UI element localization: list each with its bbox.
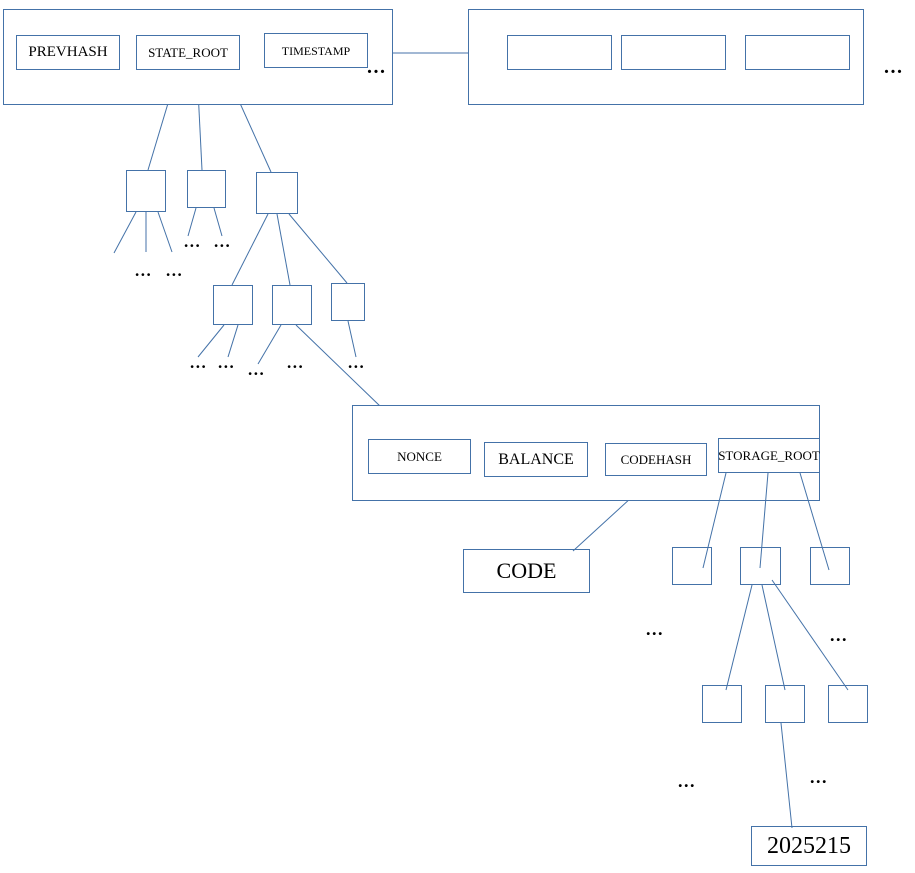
edge-line [231, 213, 269, 286]
account-field-codehash[interactable]: CODEHASH [605, 443, 707, 476]
storage-trie-l1-node-2[interactable] [810, 547, 850, 585]
next-block-trailing-ellipsis: ... [884, 56, 904, 78]
storage-trie-ellipsis-0: ... [646, 619, 664, 639]
edge-line [347, 320, 357, 358]
state-trie-ellipsis-3: ... [166, 261, 184, 280]
state-trie-l1-node-2[interactable] [256, 172, 298, 214]
storage-trie-l1-node-1[interactable] [740, 547, 781, 585]
state-trie-ellipsis-2: ... [135, 261, 153, 280]
account-field-balance[interactable]: BALANCE [484, 442, 588, 477]
account-field-nonce[interactable]: NONCE [368, 439, 471, 474]
state-trie-ellipsis-6: ... [248, 360, 266, 379]
state-trie-ellipsis-8: ... [348, 353, 366, 372]
account-field-nonce-label: NONCE [397, 449, 442, 464]
account-field-balance-label: BALANCE [498, 450, 574, 468]
block-header-overflow-ellipsis: ... [367, 56, 387, 78]
storage-trie-l2-node-0[interactable] [702, 685, 742, 723]
edge-line [276, 213, 291, 286]
state-trie-ellipsis-1: ... [214, 232, 232, 251]
edge-line [295, 324, 383, 409]
state-trie-l1-node-1[interactable] [187, 170, 226, 208]
edge-line [113, 211, 137, 254]
storage-trie-l2-node-1[interactable] [765, 685, 805, 723]
edge-line [157, 211, 173, 253]
state-trie-ellipsis-0: ... [184, 232, 202, 251]
edge-line [257, 324, 282, 365]
storage-value-node-label: 2025215 [767, 833, 851, 859]
header-field-timestamp[interactable]: TIMESTAMP [264, 33, 368, 68]
edge-line [780, 722, 793, 829]
next-block-field-0[interactable] [507, 35, 612, 70]
header-field-prevhash-label: PREVHASH [28, 44, 108, 60]
storage-trie-ellipsis-3: ... [810, 767, 828, 787]
code-node[interactable]: CODE [463, 549, 590, 593]
state-trie-ellipsis-4: ... [190, 353, 208, 372]
header-field-timestamp-label: TIMESTAMP [281, 43, 351, 58]
state-trie-l2-node-1[interactable] [272, 285, 312, 325]
state-trie-l2-node-2[interactable] [331, 283, 365, 321]
state-trie-l2-node-0[interactable] [213, 285, 253, 325]
storage-trie-ellipsis-1: ... [830, 625, 848, 645]
next-block-field-1[interactable] [621, 35, 726, 70]
state-trie-ellipsis-7: ... [287, 353, 305, 372]
account-field-codehash-label: CODEHASH [620, 452, 692, 467]
account-field-storage_root[interactable]: STORAGE_ROOT [718, 438, 820, 473]
header-field-state_root-label: STATE_ROOT [148, 45, 228, 60]
edge-line [725, 584, 753, 691]
state-trie-ellipsis-5: ... [218, 353, 236, 372]
header-field-state_root[interactable]: STATE_ROOT [136, 35, 240, 70]
diagram-canvas: PREVHASH STATE_ROOT TIMESTAMP NONCE BALANCE C… [0, 0, 915, 873]
next-block-field-2[interactable] [745, 35, 850, 70]
state-trie-l1-node-0[interactable] [126, 170, 166, 212]
code-node-label: CODE [496, 558, 557, 583]
storage-trie-l1-node-0[interactable] [672, 547, 712, 585]
storage-trie-ellipsis-2: ... [678, 771, 696, 791]
storage-value-node[interactable]: 2025215 [751, 826, 867, 866]
storage-trie-l2-node-2[interactable] [828, 685, 868, 723]
edge-line [288, 213, 348, 284]
header-field-prevhash[interactable]: PREVHASH [16, 35, 120, 70]
edge-line [761, 584, 786, 691]
account-field-storage_root-label: STORAGE_ROOT [718, 448, 820, 463]
